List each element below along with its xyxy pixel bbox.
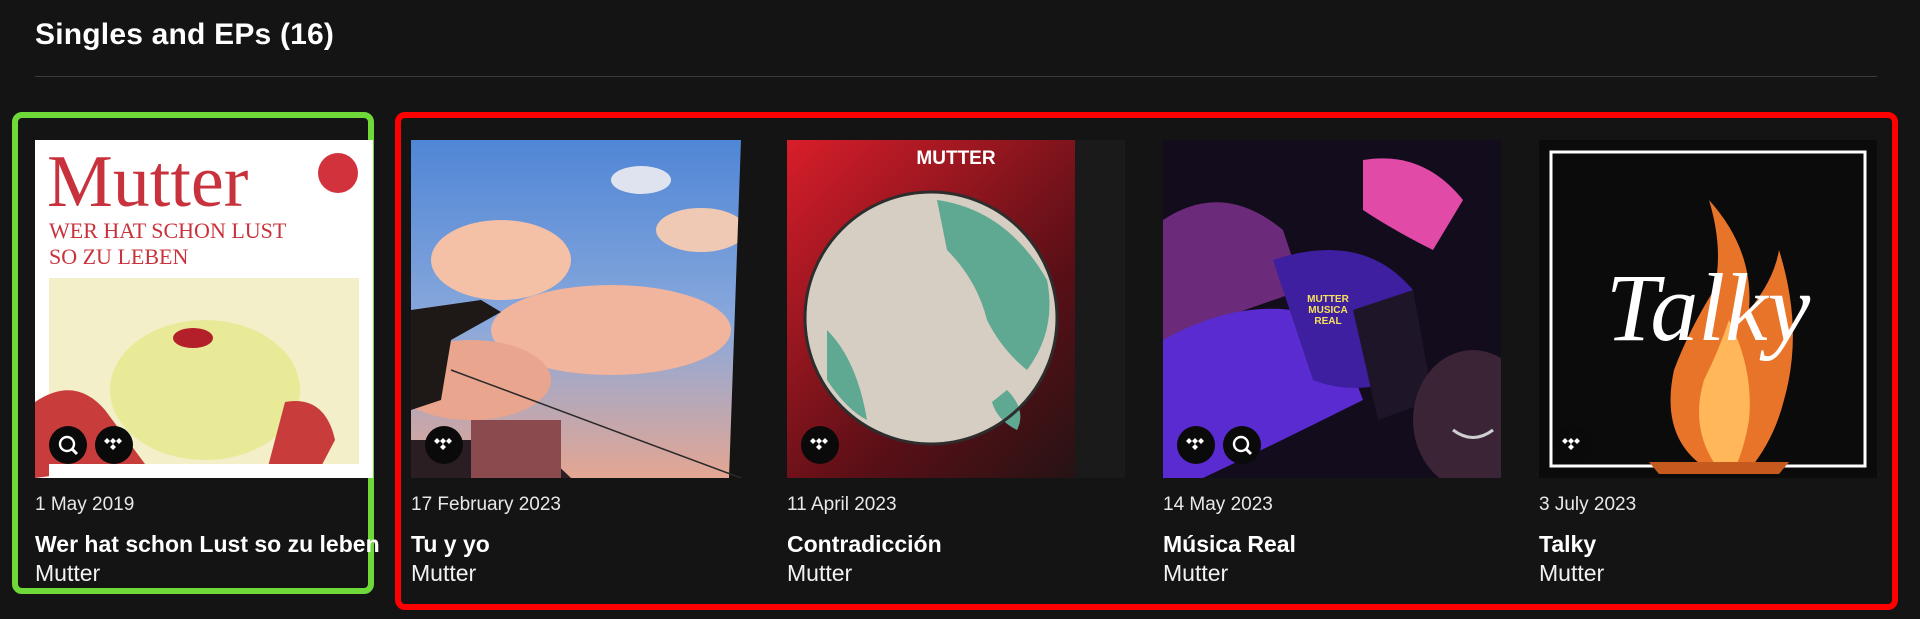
release-artist[interactable]: Mutter bbox=[1539, 558, 1877, 588]
release-card[interactable]: Talky 3 July 2023 Talky Mutter bbox=[1539, 140, 1877, 588]
tidal-icon[interactable] bbox=[425, 426, 463, 464]
release-cover[interactable]: Talky bbox=[1539, 140, 1877, 478]
release-cover[interactable]: Mutter WER HAT SCHON LUST SO ZU LEBEN bbox=[35, 140, 373, 478]
singles-eps-section: Singles and EPs (16) Mutter WER HAT SCHO… bbox=[0, 0, 1920, 619]
release-artist[interactable]: Mutter bbox=[35, 558, 373, 588]
release-cover[interactable] bbox=[411, 140, 749, 478]
release-title[interactable]: Contradicción bbox=[787, 530, 1125, 558]
release-artist[interactable]: Mutter bbox=[787, 558, 1125, 588]
cover-badges bbox=[49, 426, 133, 464]
release-artist[interactable]: Mutter bbox=[411, 558, 749, 588]
release-artist[interactable]: Mutter bbox=[1163, 558, 1501, 588]
release-title[interactable]: Tu y yo bbox=[411, 530, 749, 558]
cover-badges bbox=[425, 426, 463, 464]
cover-line-text: MUTTER bbox=[1307, 294, 1349, 305]
cover-title-text: Talky bbox=[1606, 254, 1811, 361]
release-title[interactable]: Talky bbox=[1539, 530, 1877, 558]
magnifier-icon[interactable] bbox=[49, 426, 87, 464]
tidal-icon[interactable] bbox=[1553, 426, 1591, 464]
tidal-icon[interactable] bbox=[1177, 426, 1215, 464]
tidal-icon[interactable] bbox=[801, 426, 839, 464]
release-date: 17 February 2023 bbox=[411, 494, 561, 515]
release-cover[interactable]: MUTTER bbox=[787, 140, 1125, 478]
release-title[interactable]: Música Real bbox=[1163, 530, 1501, 558]
release-card[interactable]: MUTTER MUSICA REAL 14 May 2023 Música Re… bbox=[1163, 140, 1501, 588]
cover-line-text: WER HAT SCHON LUST bbox=[49, 218, 287, 243]
release-cover[interactable]: MUTTER MUSICA REAL bbox=[1163, 140, 1501, 478]
tidal-icon[interactable] bbox=[95, 426, 133, 464]
cover-badges bbox=[801, 426, 839, 464]
cover-line-text: SO ZU LEBEN bbox=[49, 244, 188, 269]
cover-line-text: REAL bbox=[1314, 316, 1341, 327]
cover-band-text: MUTTER bbox=[916, 148, 995, 169]
release-title[interactable]: Wer hat schon Lust so zu leben bbox=[35, 530, 380, 558]
release-date: 11 April 2023 bbox=[787, 494, 897, 515]
release-date: 3 July 2023 bbox=[1539, 494, 1637, 515]
section-divider bbox=[35, 76, 1877, 77]
cover-band-text: Mutter bbox=[47, 141, 248, 223]
release-date: 14 May 2023 bbox=[1163, 494, 1273, 515]
release-date: 1 May 2019 bbox=[35, 494, 135, 515]
cover-badges bbox=[1177, 426, 1261, 464]
magnifier-icon[interactable] bbox=[1223, 426, 1261, 464]
cover-badges bbox=[1553, 426, 1591, 464]
release-card[interactable]: MUTTER 11 April 2023 Contradicción Mutte… bbox=[787, 140, 1125, 588]
section-title: Singles and EPs (16) bbox=[35, 18, 335, 51]
release-card[interactable]: 17 February 2023 Tu y yo Mutter bbox=[411, 140, 749, 588]
cover-line-text: MUSICA bbox=[1308, 305, 1347, 316]
release-card[interactable]: Mutter WER HAT SCHON LUST SO ZU LEBEN 1 … bbox=[35, 140, 380, 588]
